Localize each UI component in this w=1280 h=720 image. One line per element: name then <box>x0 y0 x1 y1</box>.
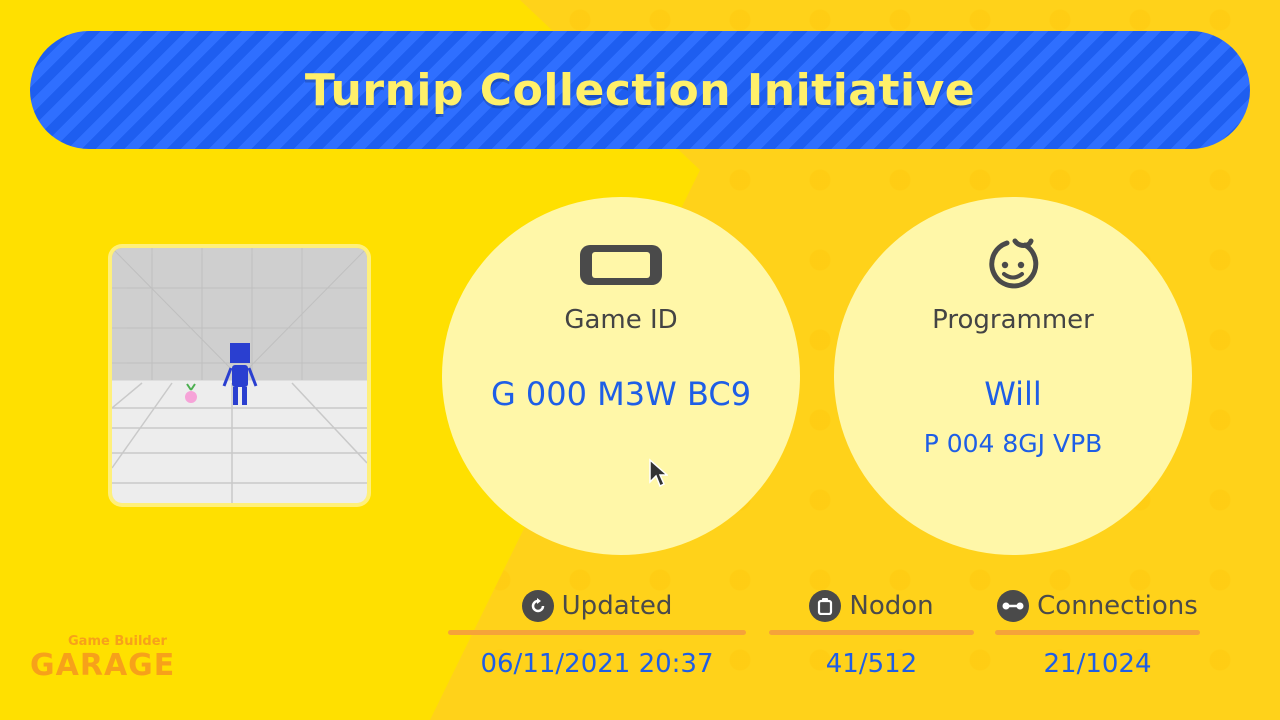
programmer-id[interactable]: P 004 8GJ VPB <box>834 429 1192 458</box>
switch-console-icon <box>580 245 662 289</box>
connections-value: 21/1024 <box>1043 649 1152 679</box>
game-id-label: Game ID <box>564 305 678 335</box>
game-thumbnail <box>112 248 367 503</box>
programmer-name[interactable]: Will <box>834 375 1192 413</box>
game-id-value[interactable]: G 000 M3W BC9 <box>442 375 800 413</box>
game-title: Turnip Collection Initiative <box>304 64 976 116</box>
robot-figure <box>222 343 258 405</box>
updated-label: Updated <box>561 591 673 621</box>
updated-divider <box>448 630 746 635</box>
nodon-stat: Nodon 41/512 <box>769 588 974 679</box>
programmer-card: Programmer Will P 004 8GJ VPB <box>834 197 1192 555</box>
nodon-label: Nodon <box>849 591 934 621</box>
updated-stat: Updated 06/11/2021 20:37 <box>448 588 746 679</box>
face-icon <box>985 237 1041 293</box>
turnip-item <box>185 383 197 403</box>
title-banner: Turnip Collection Initiative <box>30 31 1250 149</box>
connection-icon <box>997 590 1030 622</box>
pointer-cursor-icon <box>648 458 669 492</box>
nodon-divider <box>769 630 974 635</box>
nodon-value: 41/512 <box>825 649 918 679</box>
updated-value: 06/11/2021 20:37 <box>480 649 714 679</box>
refresh-icon <box>521 590 554 622</box>
game-builder-garage-logo: Game Builder GARAGE <box>30 634 176 683</box>
nodon-icon <box>809 590 842 622</box>
programmer-label: Programmer <box>932 305 1094 335</box>
connections-label: Connections <box>1037 591 1198 621</box>
game-id-card: Game ID G 000 M3W BC9 <box>442 197 800 555</box>
connections-stat: Connections 21/1024 <box>995 588 1200 679</box>
connections-divider <box>995 630 1200 635</box>
